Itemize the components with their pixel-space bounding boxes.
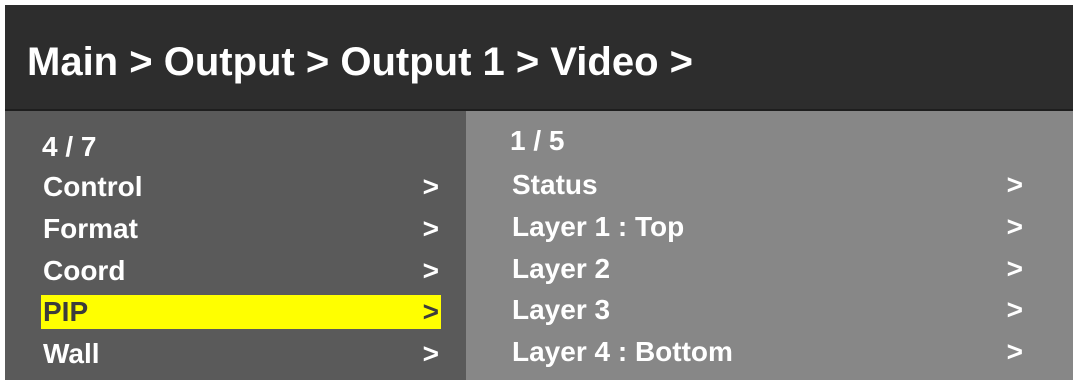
- menu-item-format[interactable]: Format >: [41, 212, 441, 246]
- chevron-right-icon: >: [1006, 169, 1023, 200]
- menu-item-coord[interactable]: Coord >: [41, 254, 441, 288]
- menu-screen: Main > Output > Output 1 > Video > 4 / 7…: [5, 5, 1073, 380]
- chevron-right-icon: >: [1006, 211, 1023, 242]
- menu-item-layer-4-bottom[interactable]: Layer 4 : Bottom >: [510, 335, 1025, 369]
- chevron-right-icon: >: [422, 338, 439, 369]
- chevron-right-icon: >: [422, 171, 439, 202]
- chevron-right-icon: >: [422, 255, 439, 286]
- menu-item-layer-1-top[interactable]: Layer 1 : Top >: [510, 210, 1025, 244]
- breadcrumb: Main > Output > Output 1 > Video >: [27, 40, 693, 84]
- right-menu-panel: 1 / 5 Status > Layer 1 : Top > Layer 2 >…: [466, 111, 1073, 380]
- menu-item-label: Coord: [43, 255, 126, 286]
- chevron-right-icon: >: [422, 296, 439, 327]
- menu-item-status[interactable]: Status >: [510, 168, 1025, 202]
- menu-item-label: Layer 1 : Top: [512, 211, 685, 242]
- menu-item-label: Layer 3: [512, 294, 611, 325]
- menu-item-label: Status: [512, 169, 598, 200]
- menu-item-layer-3[interactable]: Layer 3 >: [510, 293, 1025, 327]
- chevron-right-icon: >: [1006, 294, 1023, 325]
- menu-item-label: Layer 2: [512, 253, 611, 284]
- menu-item-wall[interactable]: Wall >: [41, 337, 441, 371]
- chevron-right-icon: >: [1006, 253, 1023, 284]
- menu-item-label: Wall: [43, 338, 100, 369]
- left-menu-counter: 4 / 7: [42, 131, 97, 162]
- left-menu-panel: 4 / 7 Control > Format > Coord > PIP > W…: [5, 111, 466, 380]
- menu-item-label: Layer 4 : Bottom: [512, 336, 733, 367]
- right-menu-counter: 1 / 5: [510, 125, 565, 156]
- menu-item-pip[interactable]: PIP >: [41, 295, 441, 329]
- menu-item-label: Control: [43, 171, 143, 202]
- menu-item-control[interactable]: Control >: [41, 170, 441, 204]
- menu-item-label: Format: [43, 213, 138, 244]
- menu-item-label: PIP: [43, 296, 89, 327]
- menu-item-layer-2[interactable]: Layer 2 >: [510, 252, 1025, 286]
- chevron-right-icon: >: [422, 213, 439, 244]
- menu-header: Main > Output > Output 1 > Video >: [5, 5, 1073, 111]
- chevron-right-icon: >: [1006, 336, 1023, 367]
